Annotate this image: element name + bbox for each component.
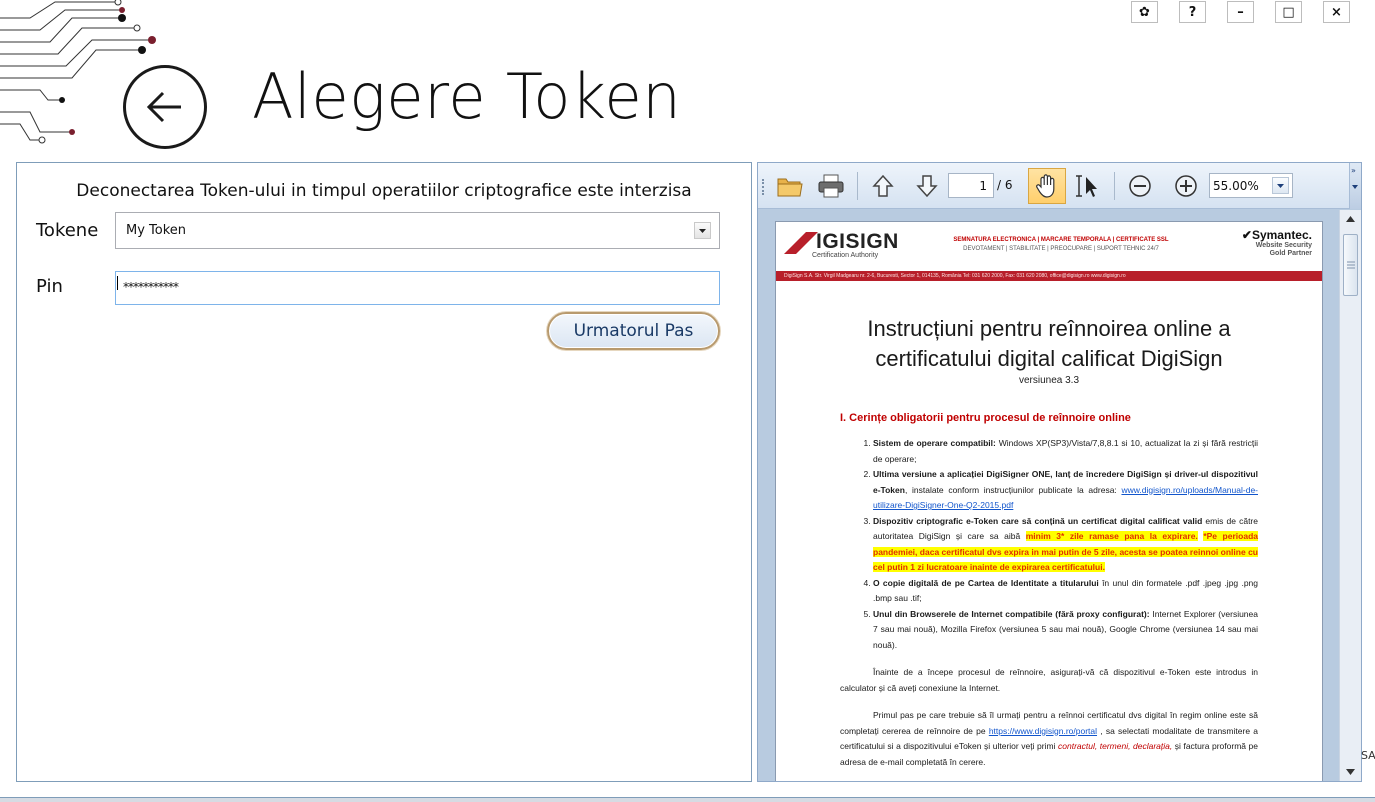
arrow-left-icon: [146, 91, 181, 123]
list-item: Unul din Browserele de Internet compatib…: [873, 607, 1258, 654]
list-item: Dispozitiv criptografic e-Token care să …: [873, 514, 1258, 576]
warning-message: Deconectarea Token-ului in timpul operat…: [76, 181, 692, 201]
maximize-icon: □: [1282, 4, 1295, 20]
previous-page-button[interactable]: [867, 170, 899, 202]
logo-mark-icon: [784, 232, 818, 254]
vertical-scrollbar[interactable]: [1339, 210, 1361, 781]
slogan-line-2: DEVOTAMENT | STABILITATE | PREOCUPARE | …: [963, 246, 1159, 252]
arrow-up-icon: [872, 174, 894, 197]
scrollbar-thumb[interactable]: [1343, 234, 1358, 296]
zoom-out-icon: [1129, 175, 1151, 197]
logo-name: IGISIGN: [816, 230, 899, 253]
address-bar: DigiSign S.A. Str. Virgil Madgearu nr. 2…: [776, 271, 1322, 281]
next-page-button[interactable]: [911, 170, 943, 202]
hand-tool-button[interactable]: [1028, 168, 1066, 204]
close-button[interactable]: ×: [1323, 1, 1350, 23]
svg-text:»: »: [1351, 166, 1356, 175]
back-button[interactable]: [123, 65, 207, 149]
token-label: Tokene: [36, 220, 99, 241]
letterhead-slogan: SEMNATURA ELECTRONICA | MARCARE TEMPORAL…: [926, 236, 1196, 254]
symantec-badge: ✔Symantec. Website Security Gold Partner: [1242, 228, 1312, 258]
print-button[interactable]: [815, 170, 847, 202]
window-bottom-border: [0, 797, 1375, 802]
document-body: Sistem de operare compatibil: Windows XP…: [840, 436, 1258, 770]
chevron-more-icon: »: [1351, 166, 1358, 189]
folder-icon: [777, 178, 803, 197]
open-file-button[interactable]: [774, 170, 806, 202]
chevron-down-icon[interactable]: [694, 222, 711, 239]
partner-line-2: Gold Partner: [1269, 250, 1312, 257]
zoom-value: 55.00%: [1213, 179, 1259, 193]
pin-field-value: ***********: [123, 280, 179, 294]
zoom-in-button[interactable]: [1170, 170, 1202, 202]
clipped-edge-text: SA: [1361, 749, 1375, 762]
viewer-toolbar: 1 / 6 55.00% »: [758, 163, 1361, 209]
document-page: IGISIGN Certification Authority SEMNATUR…: [775, 221, 1323, 781]
text-caret: [117, 275, 118, 290]
paragraph: Primul pas pe care trebuie să îl urmați …: [840, 710, 1258, 767]
page-number-input[interactable]: 1: [948, 173, 994, 198]
select-tool-button[interactable]: [1071, 170, 1103, 202]
chevron-down-icon[interactable]: [1272, 177, 1289, 194]
section-heading: I. Cerințe obligatorii pentru procesul d…: [840, 412, 1131, 424]
toolbar-overflow-button[interactable]: »: [1349, 163, 1361, 209]
arrow-down-icon: [916, 175, 938, 198]
window-controls: ✿ ? – □ ×: [1110, 1, 1350, 23]
help-icon: ?: [1188, 4, 1197, 20]
maximize-button[interactable]: □: [1275, 1, 1302, 23]
zoom-out-button[interactable]: [1124, 170, 1156, 202]
settings-button[interactable]: ✿: [1131, 1, 1158, 23]
gear-icon: ✿: [1139, 4, 1150, 20]
help-button[interactable]: ?: [1179, 1, 1206, 23]
text-select-icon: [1076, 175, 1097, 197]
token-form-panel: Deconectarea Token-ului in timpul operat…: [16, 162, 752, 782]
portal-link[interactable]: https://www.digisign.ro/portal: [989, 726, 1097, 736]
pin-field[interactable]: ***********: [115, 271, 720, 305]
close-icon: ×: [1331, 4, 1342, 20]
requirements-list: Sistem de operare compatibil: Windows XP…: [840, 436, 1258, 653]
printer-icon: [818, 174, 844, 198]
page-total: / 6: [997, 178, 1013, 192]
toolbar-separator: [1114, 172, 1115, 200]
zoom-select[interactable]: 55.00%: [1209, 173, 1293, 198]
document-area[interactable]: IGISIGN Certification Authority SEMNATUR…: [758, 210, 1340, 781]
hand-icon: [1036, 174, 1055, 198]
next-step-button[interactable]: Urmatorul Pas: [547, 312, 720, 350]
pdf-viewer: 1 / 6 55.00% » IGISIGN Certification Aut…: [757, 162, 1362, 782]
list-item: Ultima versiune a aplicației DigiSigner …: [873, 467, 1258, 514]
paragraph: Înainte de a începe procesul de reînnoir…: [840, 667, 1258, 693]
partner-line-1: Website Security: [1255, 242, 1312, 249]
toolbar-grip[interactable]: [762, 179, 765, 195]
toolbar-separator: [857, 172, 858, 200]
document-version: versiunea 3.3: [1018, 375, 1080, 386]
minimize-button[interactable]: –: [1227, 1, 1254, 23]
document-title: Instrucțiuni pentru reînnoirea online a …: [867, 316, 1231, 371]
list-item: Sistem de operare compatibil: Windows XP…: [873, 436, 1258, 467]
minimize-icon: –: [1237, 4, 1244, 20]
partner-brand: ✔Symantec.: [1241, 228, 1312, 242]
pin-label: Pin: [36, 276, 63, 297]
scroll-up-icon[interactable]: [1346, 216, 1355, 222]
scroll-down-icon[interactable]: [1346, 769, 1355, 775]
list-item: O copie digitală de pe Cartea de Identit…: [873, 576, 1258, 607]
token-select-value: My Token: [126, 223, 187, 238]
token-select[interactable]: My Token: [115, 212, 720, 249]
letterhead: IGISIGN Certification Authority SEMNATUR…: [776, 222, 1322, 290]
digisign-logo: IGISIGN Certification Authority: [784, 230, 899, 259]
slogan-line-1: SEMNATURA ELECTRONICA | MARCARE TEMPORAL…: [953, 237, 1169, 243]
zoom-in-icon: [1175, 175, 1197, 197]
page-title: Alegere Token: [252, 60, 682, 133]
